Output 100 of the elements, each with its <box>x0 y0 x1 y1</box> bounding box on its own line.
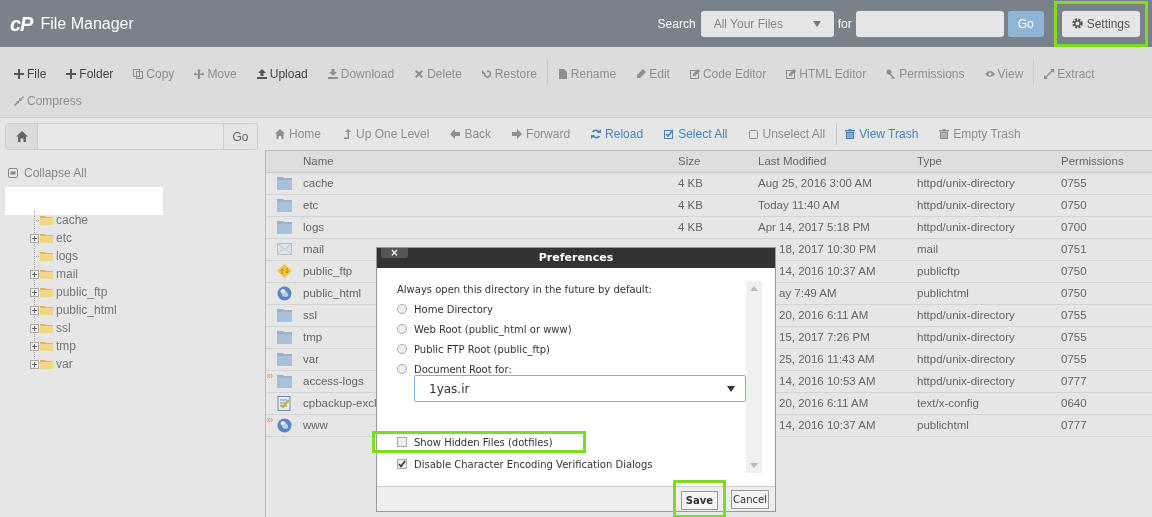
modified-date: 25, 2016 11:43 AM <box>779 352 875 365</box>
globe-icon <box>277 286 292 301</box>
permissions-value: 0750 <box>1061 286 1087 299</box>
close-button[interactable]: × <box>381 248 408 258</box>
trash-icon <box>845 129 856 139</box>
toolbar-button[interactable]: Upload <box>256 60 308 87</box>
table-row[interactable]: cache 4 KB Aug 25, 2016 3:00 AM httpd/unix-directory 0755 <box>266 173 1152 195</box>
permissions-value: 0755 <box>1061 330 1087 343</box>
modified-date: 14, 2016 10:37 AM <box>779 418 876 431</box>
left-arrow-icon <box>450 129 461 139</box>
tree-item[interactable]: cache <box>40 211 89 229</box>
modified-date: ay 7:49 AM <box>779 286 837 299</box>
file-name[interactable]: cache <box>303 174 678 193</box>
toolbar-button[interactable]: File <box>14 60 47 87</box>
modified-date: 14, 2016 10:37 AM <box>779 264 876 277</box>
settings-icon <box>1071 18 1083 29</box>
home-icon <box>275 129 285 139</box>
download-icon <box>327 68 338 79</box>
save-button[interactable]: Save <box>680 491 719 510</box>
settings-button[interactable]: Settings <box>1061 10 1140 37</box>
key-icon <box>886 68 897 79</box>
checkbox-icon <box>664 129 675 139</box>
modified-date: 15, 2017 7:26 PM <box>779 330 870 343</box>
domain-dropdown[interactable]: 1yas.ir <box>414 375 746 402</box>
permissions-value: 0755 <box>1061 176 1087 189</box>
checkbox[interactable] <box>397 459 407 469</box>
permissions-value: 0751 <box>1061 242 1087 255</box>
permissions-value: 0750 <box>1061 264 1087 277</box>
tree-item[interactable]: etc <box>40 229 72 247</box>
checkbox[interactable] <box>397 437 407 447</box>
check-icon <box>398 460 406 468</box>
compress-icon <box>14 95 24 106</box>
file-type: httpd/unix-directory <box>917 176 1015 189</box>
file-type: httpd/unix-directory <box>917 374 1015 387</box>
collapse-all-link[interactable]: Collapse All <box>8 164 87 182</box>
tree-item[interactable]: public_ftp <box>40 283 108 301</box>
modified-date: 20, 2016 6:11 AM <box>779 308 869 321</box>
folder-icon <box>40 359 53 369</box>
file-type: httpd/unix-directory <box>917 352 1015 365</box>
envelope-icon <box>277 242 292 257</box>
radio-button[interactable] <box>397 324 407 334</box>
move-icon <box>194 68 205 79</box>
radio-button[interactable] <box>397 304 407 314</box>
file-type: httpd/unix-directory <box>917 330 1015 343</box>
file-type: httpd/unix-directory <box>917 220 1015 233</box>
radio-label: Home Directory <box>414 302 493 317</box>
edit-icon <box>689 68 700 79</box>
nav-button[interactable]: Reload <box>591 125 644 143</box>
tree-item[interactable]: var <box>40 355 73 373</box>
go-button[interactable]: Go <box>1007 10 1044 37</box>
scrollbar[interactable] <box>746 281 762 473</box>
toolbar-button[interactable]: Folder <box>66 60 114 87</box>
column-header[interactable]: Last Modified <box>758 152 917 171</box>
radio-button[interactable] <box>397 364 407 374</box>
folder-icon <box>277 198 292 213</box>
table-row[interactable]: logs 4 KB Apr 14, 2017 5:18 PM httpd/unix-directory 0700 <box>266 217 1152 239</box>
permissions-value: 0755 <box>1061 352 1087 365</box>
file-type: mail <box>917 242 939 255</box>
upload-icon <box>256 68 267 79</box>
table-row[interactable]: etc 4 KB Today 11:40 AM httpd/unix-directory 0750 <box>266 195 1152 217</box>
reload-icon <box>591 129 602 139</box>
diamond-icon <box>277 264 292 279</box>
modified-date: Aug 25, 2016 3:00 AM <box>758 176 872 189</box>
search-label: Search <box>657 15 696 33</box>
folder-icon <box>40 323 53 333</box>
folder-icon <box>277 374 292 389</box>
permissions-value: 0777 <box>1061 418 1087 431</box>
tree-item[interactable]: ssl <box>40 319 71 337</box>
nav-button[interactable]: View Trash <box>845 125 919 143</box>
tree-item[interactable]: logs <box>40 247 78 265</box>
column-header[interactable]: Size <box>678 152 758 171</box>
nav-button[interactable]: Select All <box>664 125 728 143</box>
cancel-button[interactable]: Cancel <box>731 489 769 509</box>
tree-item[interactable]: public_html <box>40 301 117 319</box>
file-size: 4 KB <box>678 198 703 211</box>
permissions-value: 0640 <box>1061 396 1087 409</box>
folder-icon <box>277 308 292 323</box>
file-name[interactable]: logs <box>303 218 678 237</box>
folder-icon <box>40 269 53 279</box>
pencil-icon <box>636 68 647 79</box>
file-type: publichtml <box>917 418 969 431</box>
expand-icon <box>1044 68 1055 79</box>
folder-icon <box>40 305 53 315</box>
edit-icon <box>786 68 797 79</box>
checkbox-icon <box>748 129 759 139</box>
permissions-value: 0700 <box>1061 220 1087 233</box>
search-field[interactable] <box>855 10 1004 37</box>
up-arrow-icon <box>342 129 352 139</box>
scope-dropdown[interactable]: All Your Files <box>700 10 834 37</box>
radio-button[interactable] <box>397 344 407 354</box>
document-icon <box>557 68 568 79</box>
tree-item[interactable]: mail <box>40 265 78 283</box>
column-header[interactable]: Permissions <box>1061 152 1152 171</box>
file-type: httpd/unix-directory <box>917 308 1015 321</box>
column-header[interactable]: Name <box>303 152 678 171</box>
tree-item[interactable]: tmp <box>40 337 76 355</box>
file-name[interactable]: etc <box>303 196 678 215</box>
column-header[interactable]: Type <box>917 152 1061 171</box>
cpanel-logo: cP <box>10 11 33 37</box>
file-type: text/x-config <box>917 396 979 409</box>
